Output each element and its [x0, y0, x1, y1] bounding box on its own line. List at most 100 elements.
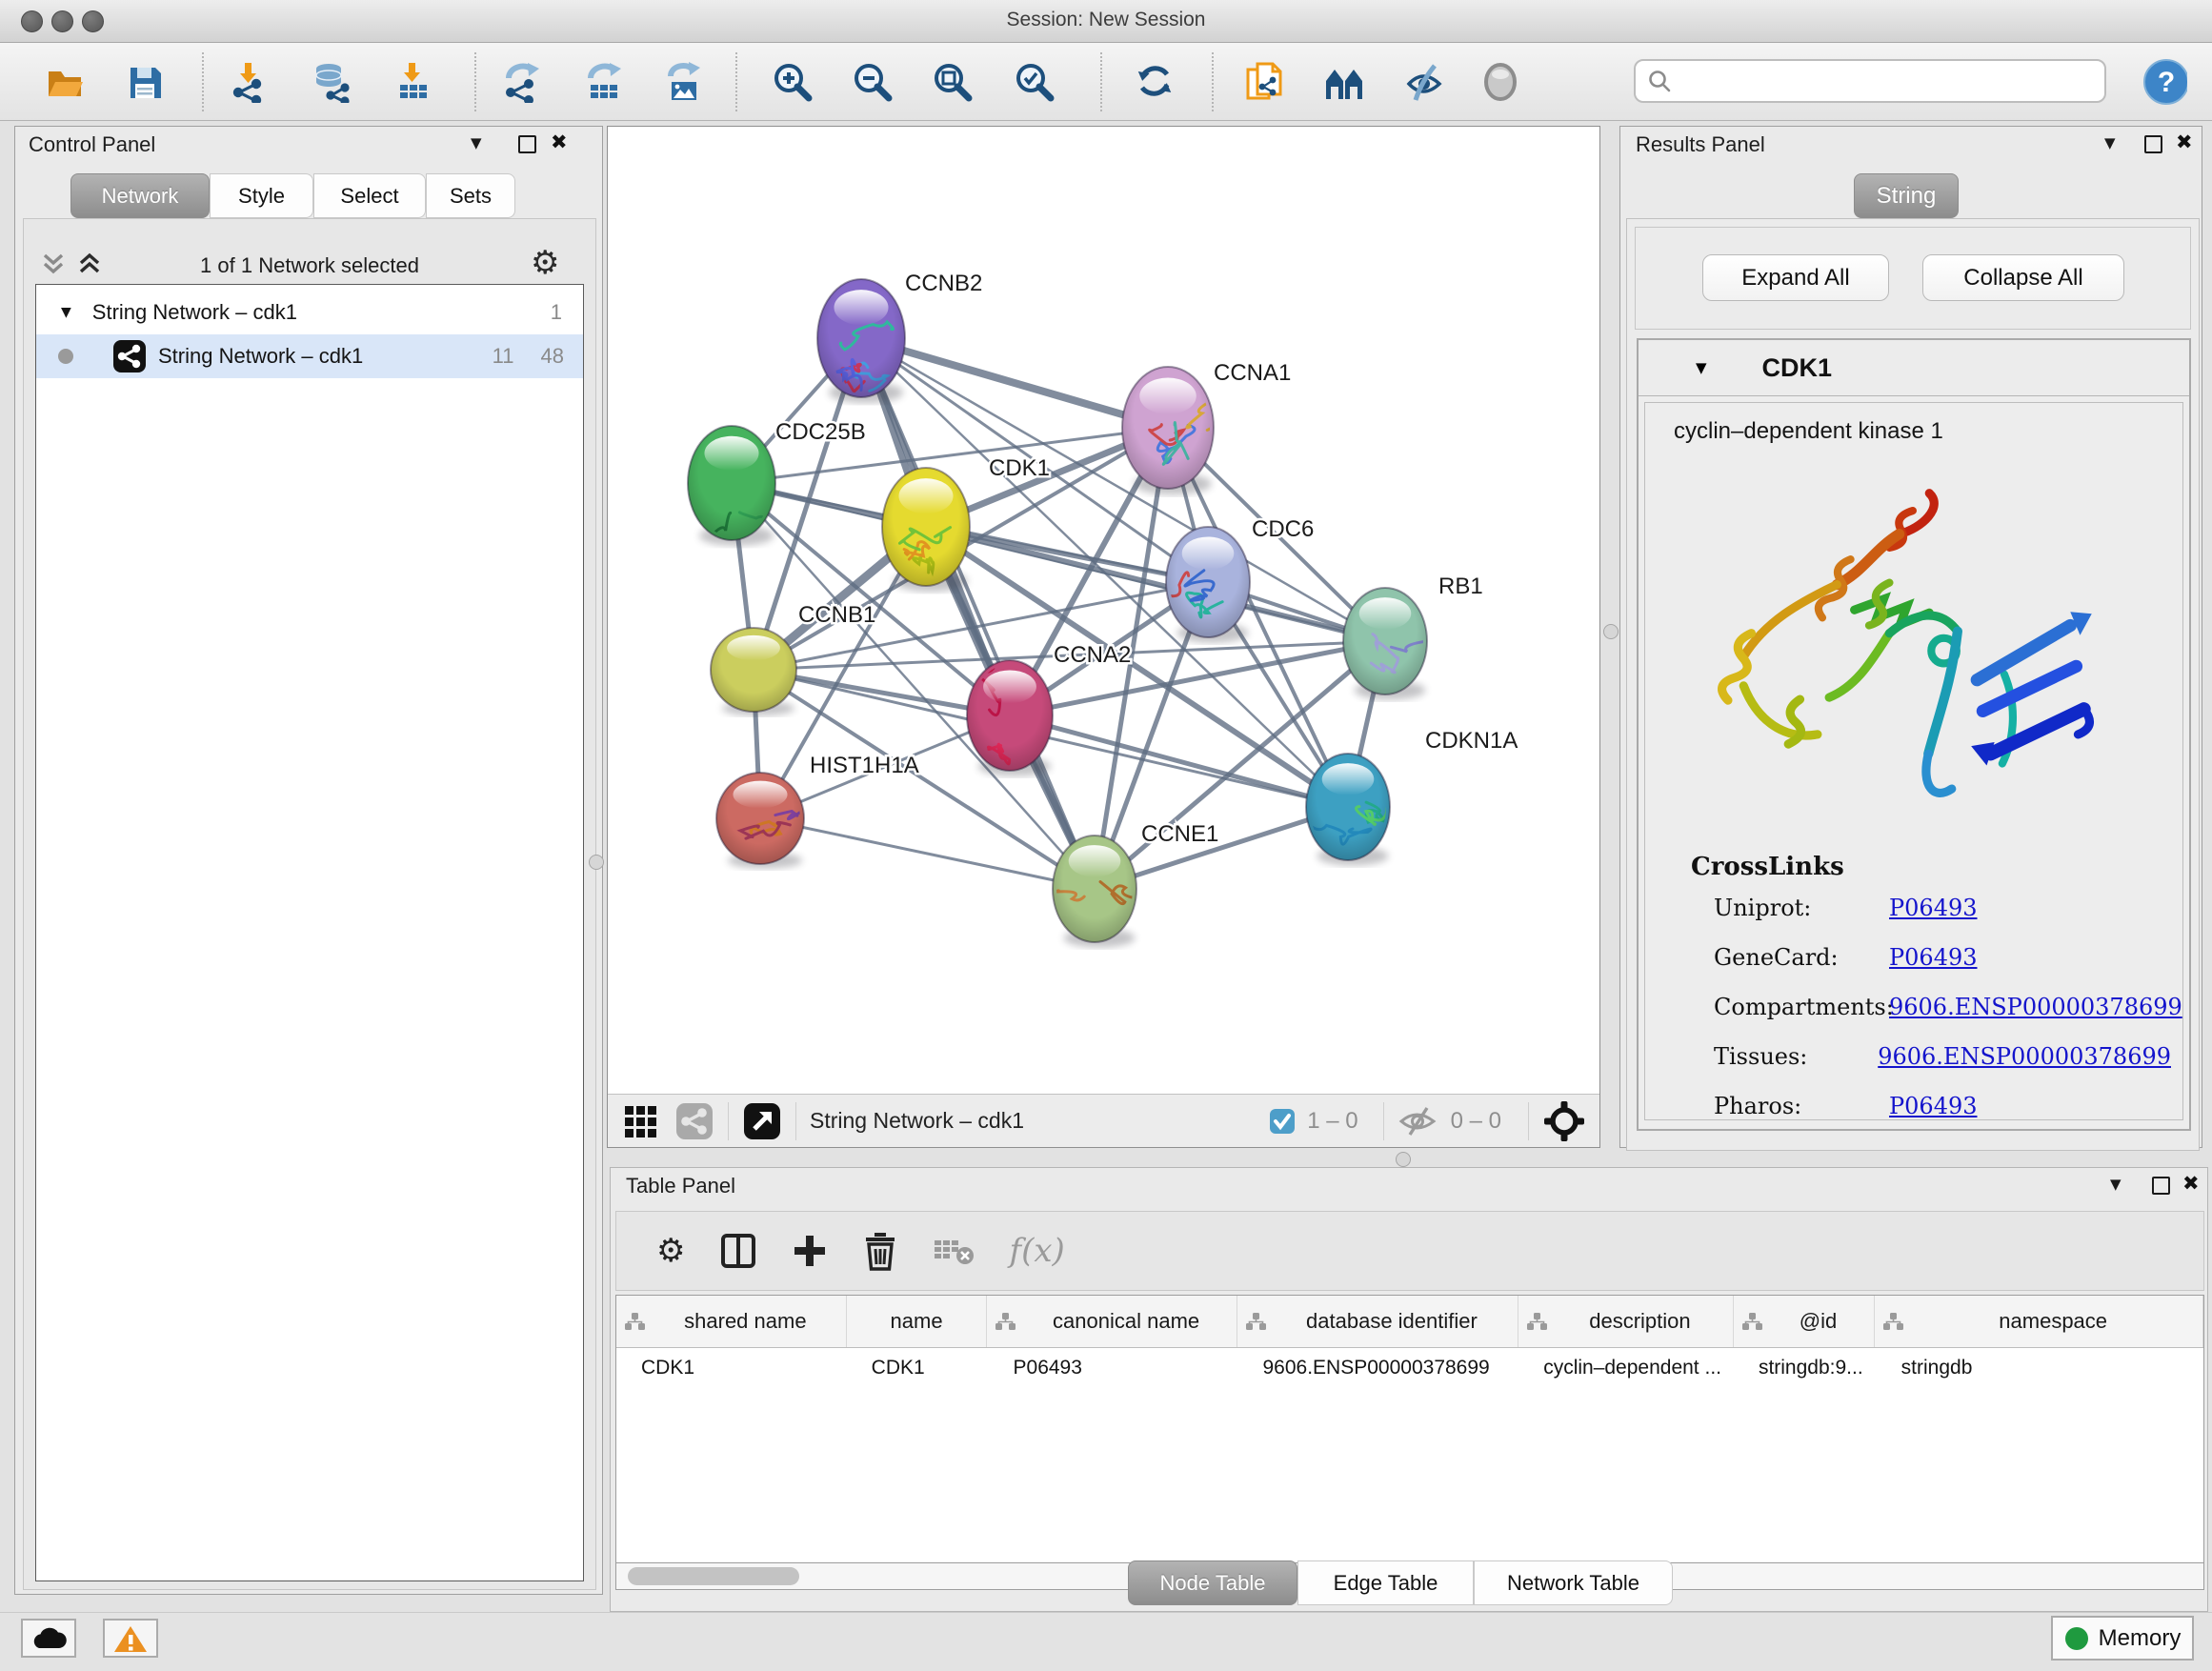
table-panel-menu-caret-icon[interactable]: ▼ [2110, 1176, 2122, 1193]
network-row-selected[interactable]: String Network – cdk1 11 48 [36, 334, 583, 378]
network-view-mode-icon[interactable] [674, 1101, 714, 1141]
column-header--id[interactable]: @id [1734, 1296, 1876, 1347]
crosslink-label: Pharos: [1714, 1093, 1889, 1119]
results-panel-float-icon[interactable] [2144, 135, 2162, 153]
warning-status-button[interactable] [103, 1619, 158, 1658]
import-network-file-icon[interactable] [227, 59, 272, 105]
node-result-body: cyclin–dependent kinase 1 [1644, 402, 2183, 1120]
column-header-name[interactable]: name [847, 1296, 988, 1347]
result-collapse-caret-icon[interactable]: ▼ [1696, 359, 1707, 376]
crosslink-link[interactable]: P06493 [1889, 1093, 1978, 1119]
crosslink-label: GeneCard: [1714, 944, 1889, 971]
open-session-icon[interactable] [42, 59, 88, 105]
column-header-namespace[interactable]: namespace [1875, 1296, 2203, 1347]
table-cell[interactable]: CDK1 [616, 1348, 847, 1379]
zoom-in-icon[interactable] [770, 59, 815, 105]
import-network-database-icon[interactable] [309, 59, 354, 105]
toolbar-separator [795, 1102, 796, 1140]
expand-all-button[interactable]: Expand All [1702, 254, 1889, 301]
table-cell[interactable]: cyclin–dependent ... [1518, 1348, 1734, 1379]
crosslink-link[interactable]: P06493 [1889, 944, 1978, 971]
export-image-icon[interactable] [661, 59, 707, 105]
selected-checkbox-icon[interactable] [1269, 1108, 1296, 1135]
collapse-all-button[interactable]: Collapse All [1922, 254, 2124, 301]
node-result-header[interactable]: ▼ CDK1 [1639, 340, 2189, 396]
left-splitter-grip[interactable] [589, 855, 604, 870]
table-cell[interactable]: 9606.ENSP00000378699 [1238, 1348, 1519, 1379]
table-panel-float-icon[interactable] [2152, 1177, 2170, 1195]
node-table[interactable]: shared namenamecanonical namedatabase id… [615, 1295, 2204, 1563]
help-icon[interactable]: ? [2142, 59, 2187, 105]
column-header-shared-name[interactable]: shared name [616, 1296, 847, 1347]
column-header-database-identifier[interactable]: database identifier [1237, 1296, 1518, 1347]
table-cell[interactable]: stringdb:9... [1734, 1348, 1877, 1379]
table-row[interactable]: CDK1CDK1P064939606.ENSP00000378699cyclin… [616, 1348, 2203, 1379]
tab-string[interactable]: String [1854, 173, 1959, 218]
results-buttons-bar: Expand All Collapse All [1635, 227, 2191, 330]
crosslink-link[interactable]: 9606.ENSP00000378699 [1889, 994, 2182, 1020]
tab-network-table[interactable]: Network Table [1474, 1560, 1673, 1605]
export-network-icon[interactable] [499, 59, 545, 105]
control-panel-tabs: Network Style Select Sets [70, 173, 515, 218]
hide-selected-icon[interactable] [1402, 59, 1448, 105]
save-session-icon[interactable] [122, 59, 168, 105]
table-hscrollbar-thumb[interactable] [628, 1567, 799, 1585]
apply-layout-icon[interactable] [1132, 59, 1177, 105]
table-options-gear-icon[interactable]: ⚙ [656, 1232, 685, 1270]
network-from-selection-icon[interactable] [1240, 59, 1286, 105]
cloud-status-button[interactable] [21, 1619, 76, 1658]
import-table-icon[interactable] [391, 59, 436, 105]
toolbar-separator [474, 52, 476, 111]
grid-view-icon[interactable] [621, 1102, 659, 1140]
network-view[interactable]: CCNB2CCNA1CDC25BCDK1CDC6RB1CCNB1CCNA2CDK… [607, 126, 1600, 1148]
hidden-eye-icon [1398, 1105, 1438, 1137]
window-title: Session: New Session [0, 9, 2212, 31]
search-icon [1647, 69, 1672, 93]
search-input[interactable] [1672, 70, 2104, 93]
table-cell[interactable]: CDK1 [847, 1348, 989, 1379]
table-cell[interactable]: P06493 [989, 1348, 1238, 1379]
tab-sets[interactable]: Sets [426, 173, 515, 218]
table-panel-close-icon[interactable]: ✖ [2182, 1172, 2200, 1195]
search-box[interactable] [1634, 59, 2106, 103]
right-splitter-grip[interactable] [1603, 624, 1619, 639]
view-status-group: 1 – 0 0 – 0 [1269, 1099, 1599, 1143]
node-label-CCNB2: CCNB2 [905, 271, 982, 296]
crosslink-link[interactable]: 9606.ENSP00000378699 [1878, 1043, 2171, 1070]
network-graph-canvas[interactable]: CCNB2CCNA1CDC25BCDK1CDC6RB1CCNB1CCNA2CDK… [608, 127, 1599, 1095]
network-collection-row[interactable]: ▼ String Network – cdk1 1 [36, 291, 583, 334]
column-header-description[interactable]: description [1518, 1296, 1734, 1347]
network-row-label: String Network – cdk1 [158, 344, 363, 369]
zoom-selected-icon[interactable] [1012, 59, 1057, 105]
crosslink-link[interactable]: P06493 [1889, 895, 1978, 921]
tree-expand-caret-icon[interactable]: ▼ [61, 305, 71, 320]
detach-view-icon[interactable] [742, 1101, 782, 1141]
crosslink-label: Uniprot: [1714, 895, 1889, 921]
edge-count: 48 [541, 344, 564, 369]
tab-node-table[interactable]: Node Table [1128, 1560, 1297, 1605]
control-panel-float-icon[interactable] [518, 135, 536, 153]
birdseye-navigator-icon[interactable] [1542, 1099, 1586, 1143]
show-columns-icon[interactable] [719, 1232, 757, 1270]
results-panel-menu-caret-icon[interactable]: ▼ [2104, 134, 2116, 151]
tab-edge-table[interactable]: Edge Table [1297, 1560, 1474, 1605]
node-label-HIST1H1A: HIST1H1A [810, 753, 919, 778]
add-column-icon[interactable] [792, 1233, 828, 1269]
memory-button[interactable]: Memory [2051, 1616, 2194, 1661]
results-panel-title: Results Panel [1636, 132, 1765, 157]
tab-style[interactable]: Style [210, 173, 313, 218]
first-neighbors-icon[interactable] [1322, 59, 1368, 105]
zoom-fit-icon[interactable] [930, 59, 975, 105]
control-panel-close-icon[interactable]: ✖ [551, 131, 568, 153]
tab-select[interactable]: Select [313, 173, 426, 218]
zoom-out-icon[interactable] [850, 59, 895, 105]
export-table-icon[interactable] [581, 59, 627, 105]
delete-column-icon[interactable] [862, 1231, 898, 1271]
results-panel-close-icon[interactable]: ✖ [2176, 131, 2193, 153]
table-cell[interactable]: stringdb [1877, 1348, 2203, 1379]
column-header-canonical-name[interactable]: canonical name [987, 1296, 1237, 1347]
bottom-splitter-grip[interactable] [1396, 1152, 1411, 1167]
control-panel-menu-caret-icon[interactable]: ▼ [471, 134, 482, 151]
network-options-gear-icon[interactable]: ⚙ [531, 244, 559, 282]
tab-network[interactable]: Network [70, 173, 210, 218]
